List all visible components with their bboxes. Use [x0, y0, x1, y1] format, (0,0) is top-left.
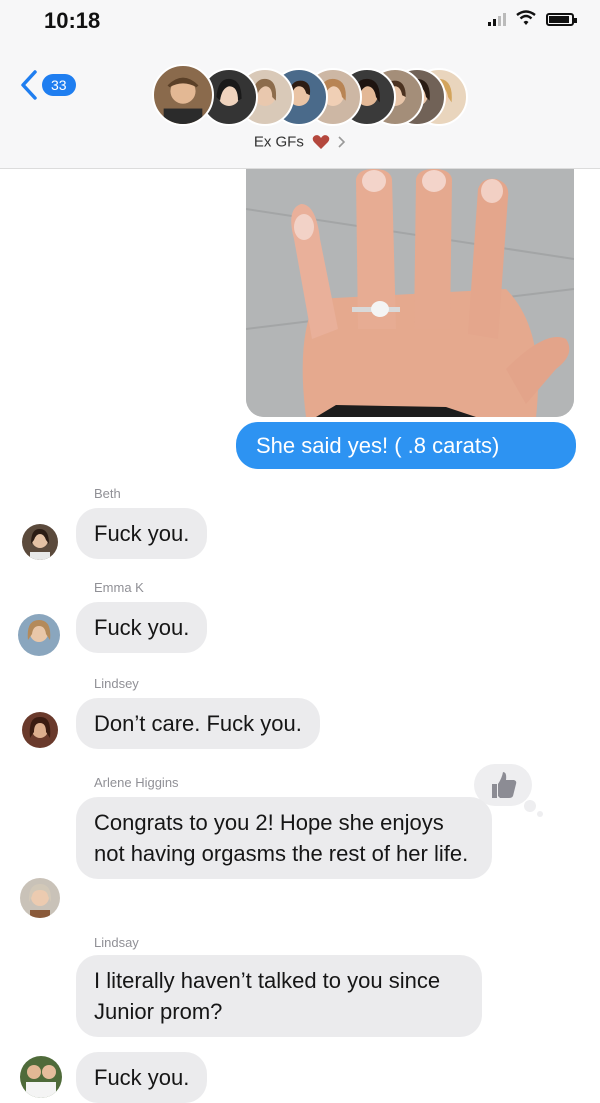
- wifi-icon: [516, 10, 536, 25]
- avatar: [22, 712, 58, 748]
- chevron-left-icon: [21, 70, 37, 100]
- message-text: She said yes! ( .8 carats): [256, 433, 500, 458]
- group-name-label: Ex GFs: [253, 133, 304, 151]
- avatar: [20, 1056, 62, 1098]
- status-time: 10:18: [44, 8, 101, 33]
- incoming-message[interactable]: Don’t care. Fuck you.: [76, 698, 320, 749]
- avatar: [152, 64, 214, 126]
- back-button[interactable]: 33: [20, 70, 76, 100]
- unread-count-badge: 33: [42, 74, 76, 96]
- incoming-message[interactable]: Congrats to you 2! Hope she enjoys not h…: [76, 797, 492, 879]
- message-text: Fuck you.: [94, 615, 190, 640]
- signal-icon: [488, 12, 506, 26]
- ring-photo[interactable]: [246, 169, 574, 417]
- group-title[interactable]: Ex GFs: [0, 133, 600, 151]
- message-text: Don’t care. Fuck you.: [94, 711, 302, 736]
- incoming-message[interactable]: Fuck you.: [76, 508, 208, 559]
- message-text: Fuck you.: [94, 521, 190, 546]
- sender-name: Lindsay: [94, 935, 139, 950]
- chevron-right-icon: [338, 136, 346, 148]
- sender-name: Lindsey: [94, 676, 139, 691]
- avatar: [20, 878, 60, 918]
- message-text: I literally haven’t talked to you since …: [94, 968, 441, 1024]
- message-text: Congrats to you 2! Hope she enjoys not h…: [94, 810, 469, 866]
- message-text: Fuck you.: [94, 1065, 190, 1090]
- group-avatars[interactable]: [152, 62, 472, 126]
- heart-icon: [312, 135, 330, 150]
- battery-icon: [546, 13, 577, 26]
- sender-name: Beth: [94, 486, 121, 501]
- incoming-message[interactable]: Fuck you.: [76, 1052, 208, 1103]
- incoming-message[interactable]: I literally haven’t talked to you since …: [76, 955, 482, 1037]
- avatar: [22, 524, 58, 560]
- avatar: [18, 614, 60, 656]
- sender-name: Arlene Higgins: [94, 775, 179, 790]
- outgoing-message[interactable]: She said yes! ( .8 carats): [236, 422, 576, 469]
- sender-name: Emma K: [94, 580, 144, 595]
- conversation-header: 10:18 33 Ex GFs: [0, 0, 600, 169]
- incoming-message[interactable]: Fuck you.: [76, 602, 208, 653]
- status-icons: [488, 10, 577, 26]
